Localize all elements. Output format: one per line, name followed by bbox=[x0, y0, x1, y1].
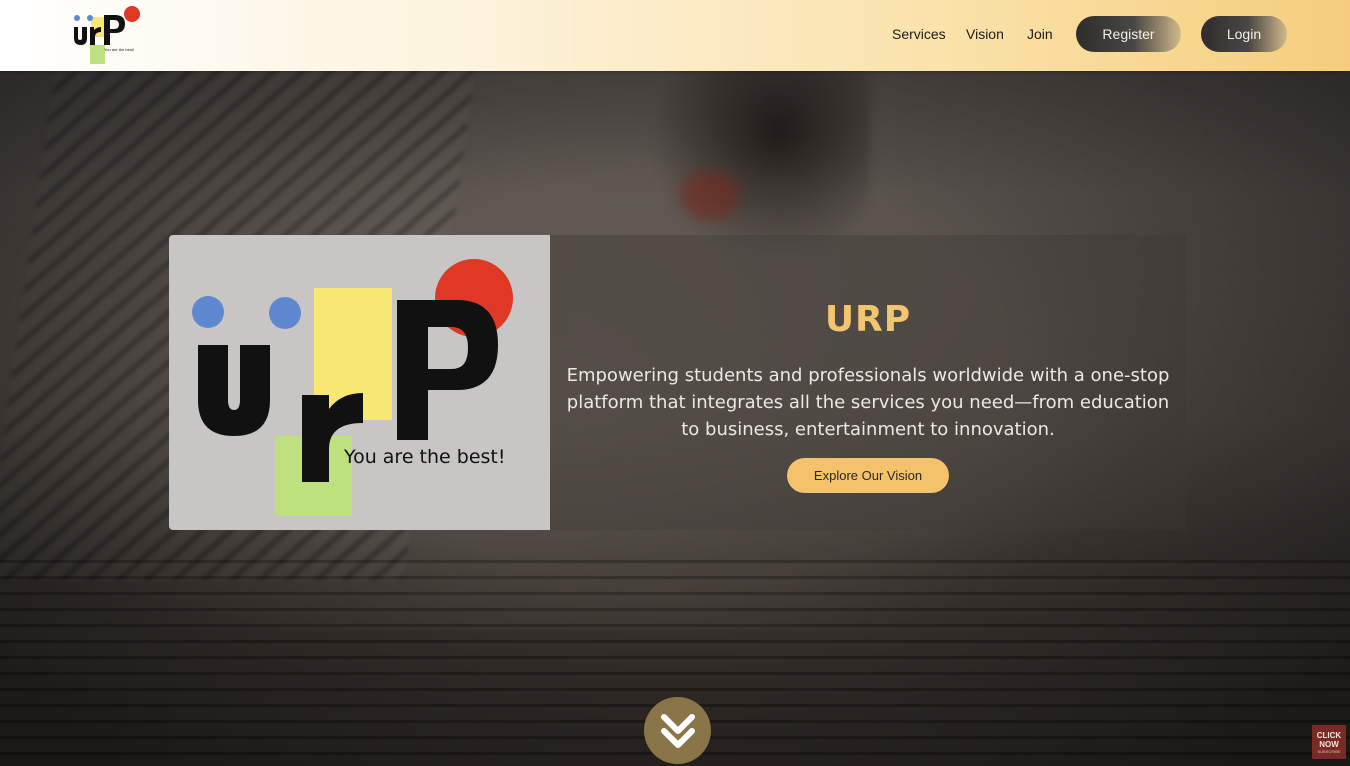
hero-title: URP bbox=[824, 299, 912, 340]
hero-content: URP Empowering students and professional… bbox=[550, 235, 1186, 530]
login-button[interactable]: Login bbox=[1201, 16, 1287, 52]
urp-logo-icon bbox=[74, 6, 140, 64]
hero-logo-tagline: You are the best! bbox=[344, 446, 506, 468]
scroll-down-button[interactable] bbox=[644, 697, 711, 764]
nav-link-services[interactable]: Services bbox=[892, 26, 946, 42]
badge-line-3: SUBSCRIBE bbox=[1317, 748, 1341, 754]
subscribe-badge[interactable]: CLICK NOW SUBSCRIBE bbox=[1312, 725, 1346, 759]
hero-description: Empowering students and professionals wo… bbox=[566, 365, 1170, 440]
double-chevron-down-icon bbox=[660, 713, 695, 748]
logo-tagline: You are the best! bbox=[104, 47, 135, 52]
register-button[interactable]: Register bbox=[1076, 16, 1181, 52]
explore-vision-button[interactable]: Explore Our Vision bbox=[787, 458, 949, 493]
nav-link-join[interactable]: Join bbox=[1027, 26, 1053, 42]
badge-line-1: CLICK bbox=[1316, 730, 1342, 740]
nav-link-vision[interactable]: Vision bbox=[966, 26, 1004, 42]
hero-logo-image: You are the best! bbox=[169, 235, 550, 530]
urp-large-logo-icon bbox=[192, 259, 513, 516]
badge-line-2: NOW bbox=[1319, 739, 1339, 749]
hero-card: You are the best! URP Empowering student… bbox=[169, 235, 1186, 530]
site-logo[interactable]: You are the best! bbox=[70, 5, 144, 67]
site-header: You are the best! Services Vision Join R… bbox=[0, 0, 1350, 71]
